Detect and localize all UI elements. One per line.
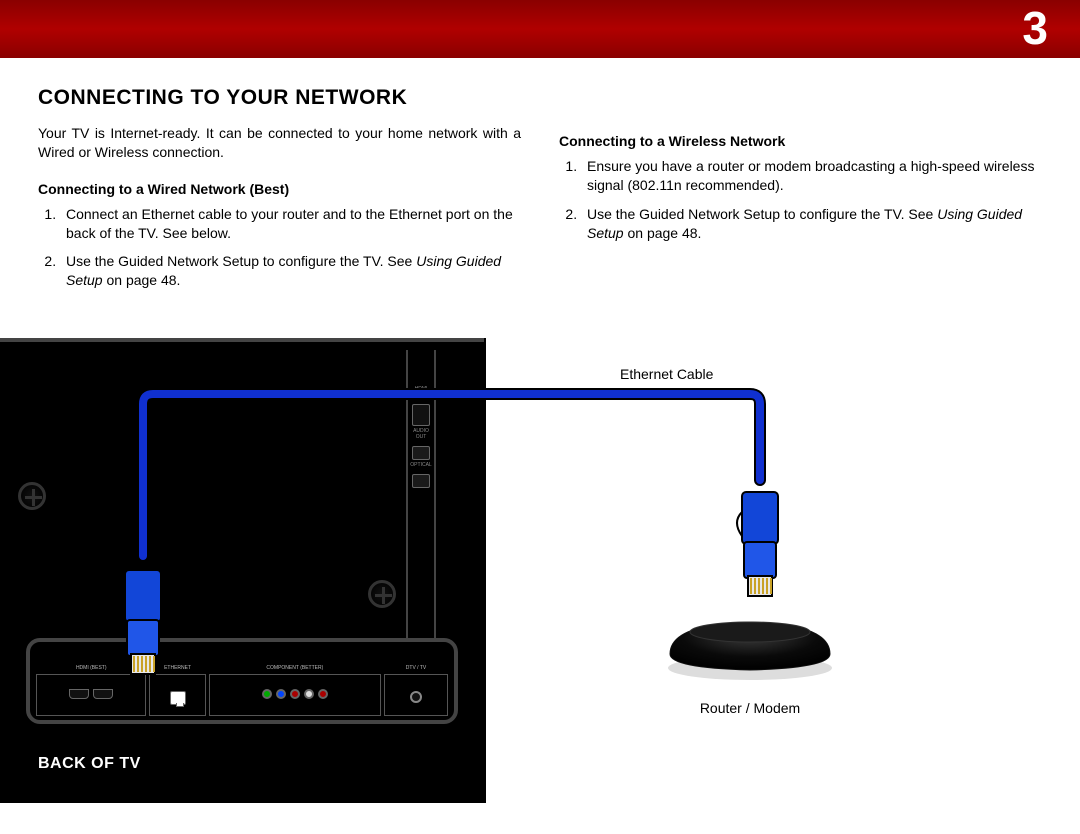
wired-subheading: Connecting to a Wired Network (Best) xyxy=(38,180,521,199)
hdmi-port-icon xyxy=(412,404,430,426)
optical-port-icon xyxy=(412,474,430,488)
hdmi-port-icon xyxy=(69,689,89,699)
port-group-label: COMPONENT (BETTER) xyxy=(210,665,380,671)
router-label: Router / Modem xyxy=(660,700,840,716)
chapter-header-bar: 3 xyxy=(0,0,1080,58)
port-label: AUDIO OUT xyxy=(408,428,434,440)
two-column-layout: Your TV is Internet-ready. It can be con… xyxy=(38,124,1042,300)
step-text: Ensure you have a router or modem broadc… xyxy=(587,158,1034,193)
manual-page: 3 CONNECTING TO YOUR NETWORK Your TV is … xyxy=(0,0,1080,834)
hdmi-port-icon xyxy=(93,689,113,699)
port-label: HDMI (BEST) xyxy=(408,386,434,398)
component-port-icon xyxy=(262,689,272,699)
port-group-hdmi: HDMI (BEST) xyxy=(36,674,146,716)
audio-port-icon xyxy=(304,689,314,699)
port-group-component: COMPONENT (BETTER) xyxy=(209,674,381,716)
port-group-ethernet: ETHERNET xyxy=(149,674,205,716)
ethernet-cable-label: Ethernet Cable xyxy=(620,366,760,382)
horizontal-port-strip: HDMI (BEST) ETHERNET COMPONENT (BETTER) xyxy=(26,638,458,724)
vertical-port-column: HDMI (BEST) AUDIO OUT OPTICAL xyxy=(406,350,436,650)
left-column: Your TV is Internet-ready. It can be con… xyxy=(38,124,521,300)
component-port-icon xyxy=(276,689,286,699)
port-group-label: DTV / TV xyxy=(385,665,447,671)
audio-port-icon xyxy=(318,689,328,699)
coax-port-icon xyxy=(410,691,422,703)
screw-icon xyxy=(368,580,396,608)
tv-back-panel: HDMI (BEST) AUDIO OUT OPTICAL HDMI (BEST… xyxy=(0,338,484,803)
step-text: Use the Guided Network Setup to configur… xyxy=(66,253,384,269)
port-group-dtv: DTV / TV xyxy=(384,674,448,716)
see-prefix: See xyxy=(387,253,416,269)
list-item: Use the Guided Network Setup to configur… xyxy=(581,205,1042,243)
list-item: Connect an Ethernet cable to your router… xyxy=(60,205,521,243)
audio-out-port-icon xyxy=(412,446,430,460)
list-item: Ensure you have a router or modem broadc… xyxy=(581,157,1042,195)
right-column: Connecting to a Wireless Network Ensure … xyxy=(559,124,1042,300)
wired-steps-list: Connect an Ethernet cable to your router… xyxy=(38,205,521,291)
connection-diagram: HDMI (BEST) AUDIO OUT OPTICAL HDMI (BEST… xyxy=(0,338,1080,834)
see-suffix: on page 48. xyxy=(624,225,702,241)
section-title: CONNECTING TO YOUR NETWORK xyxy=(38,86,1042,110)
port-group-label: HDMI (BEST) xyxy=(37,665,145,671)
back-of-tv-label: BACK OF TV xyxy=(38,755,141,773)
step-text: Connect an Ethernet cable to your router… xyxy=(66,206,513,241)
list-item: Use the Guided Network Setup to configur… xyxy=(60,252,521,290)
see-prefix: See xyxy=(908,206,937,222)
screw-icon xyxy=(18,482,46,510)
step-text: Use the Guided Network Setup to configur… xyxy=(587,206,905,222)
chapter-number: 3 xyxy=(1022,0,1048,58)
port-group-label: ETHERNET xyxy=(150,665,204,671)
wireless-subheading: Connecting to a Wireless Network xyxy=(559,132,1042,151)
content-area: CONNECTING TO YOUR NETWORK Your TV is In… xyxy=(38,86,1042,300)
panel-divider xyxy=(484,338,486,803)
wireless-steps-list: Ensure you have a router or modem broadc… xyxy=(559,157,1042,243)
ethernet-port-icon xyxy=(170,691,186,705)
see-suffix: on page 48. xyxy=(103,272,181,288)
port-label: OPTICAL xyxy=(408,462,434,468)
component-port-icon xyxy=(290,689,300,699)
port-strip-inner: HDMI (BEST) ETHERNET COMPONENT (BETTER) xyxy=(36,674,448,716)
intro-paragraph: Your TV is Internet-ready. It can be con… xyxy=(38,124,521,162)
router-illustration xyxy=(660,610,840,682)
